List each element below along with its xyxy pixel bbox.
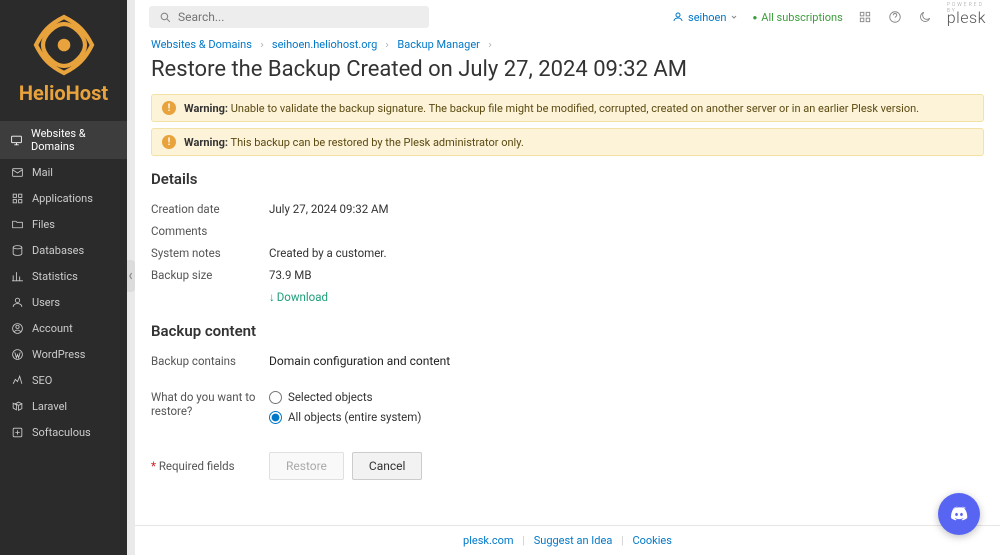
extensions-button[interactable] (857, 9, 873, 25)
nav-laravel[interactable]: Laravel (0, 393, 127, 419)
cancel-button[interactable]: Cancel (352, 452, 423, 480)
mail-icon (10, 165, 24, 179)
user-icon (10, 295, 24, 309)
search-input[interactable] (178, 10, 419, 24)
apps-icon (10, 191, 24, 205)
page-title: Restore the Backup Created on July 27, 2… (151, 57, 984, 82)
warning-alert-admin-only: ! Warning: This backup can be restored b… (151, 128, 984, 156)
required-fields-note: * Required fields (151, 459, 269, 473)
field-creation-date: Creation date July 27, 2024 09:32 AM (151, 198, 984, 220)
field-backup-size: Backup size 73.9 MB (151, 264, 984, 286)
details-heading: Details (151, 170, 984, 188)
content-area: Websites & Domains seihoen.heliohost.org… (135, 34, 1000, 525)
breadcrumb-websites[interactable]: Websites & Domains (151, 38, 252, 51)
footer-plesk[interactable]: plesk.com (463, 534, 514, 547)
footer: plesk.com | Suggest an Idea | Cookies (135, 525, 1000, 555)
user-icon (672, 11, 684, 23)
sidebar-collapse-handle[interactable] (127, 0, 135, 555)
nav-account[interactable]: Account (0, 315, 127, 341)
brand-logo[interactable]: HelioHost (0, 0, 127, 121)
sidebar: HelioHost Websites & Domains Mail Applic… (0, 0, 127, 555)
nav-websites-domains[interactable]: Websites & Domains (0, 121, 127, 159)
chevron-down-icon (730, 13, 738, 21)
warning-icon: ! (162, 135, 176, 149)
main: seihoen All subscriptions POWERED BY ple… (135, 0, 1000, 555)
seo-icon (10, 373, 24, 387)
database-icon (10, 243, 24, 257)
field-backup-contains: Backup contains Domain configuration and… (151, 350, 984, 372)
nav-files[interactable]: Files (0, 211, 127, 237)
wordpress-icon (10, 347, 24, 361)
chevron-right-icon (486, 41, 494, 49)
theme-toggle[interactable] (917, 9, 933, 25)
chevron-right-icon (258, 41, 266, 49)
breadcrumb-backup-manager[interactable]: Backup Manager (397, 38, 480, 51)
backup-content-heading: Backup content (151, 322, 984, 340)
search-icon (159, 11, 172, 24)
radio-selected-objects[interactable]: Selected objects (269, 390, 421, 404)
field-system-notes: System notes Created by a customer. (151, 242, 984, 264)
help-button[interactable] (887, 9, 903, 25)
warning-alert-signature: ! Warning: Unable to validate the backup… (151, 94, 984, 122)
breadcrumbs: Websites & Domains seihoen.heliohost.org… (151, 38, 984, 51)
discord-fab[interactable] (938, 493, 980, 535)
discord-icon (948, 503, 970, 525)
warning-icon: ! (162, 101, 176, 115)
heliohost-icon (29, 10, 99, 80)
restore-button[interactable]: Restore (269, 452, 344, 480)
brand-text: HelioHost (6, 81, 121, 105)
nav-seo[interactable]: SEO (0, 367, 127, 393)
laravel-icon (10, 399, 24, 413)
monitor-icon (10, 133, 23, 147)
topbar: seihoen All subscriptions POWERED BY ple… (135, 0, 1000, 34)
footer-cookies[interactable]: Cookies (632, 534, 671, 547)
nav-databases[interactable]: Databases (0, 237, 127, 263)
sidebar-nav: Websites & Domains Mail Applications Fil… (0, 121, 127, 445)
subscriptions-menu[interactable]: All subscriptions (752, 11, 842, 24)
plesk-brand: POWERED BY plesk (947, 8, 986, 27)
chevron-right-icon (383, 41, 391, 49)
nav-mail[interactable]: Mail (0, 159, 127, 185)
field-download: Download (151, 286, 984, 308)
softaculous-icon (10, 425, 24, 439)
nav-statistics[interactable]: Statistics (0, 263, 127, 289)
folder-icon (10, 217, 24, 231)
download-link[interactable]: Download (269, 290, 328, 304)
user-menu[interactable]: seihoen (672, 11, 738, 24)
nav-softaculous[interactable]: Softaculous (0, 419, 127, 445)
breadcrumb-domain[interactable]: seihoen.heliohost.org (272, 38, 377, 51)
account-icon (10, 321, 24, 335)
radio-all-objects[interactable]: All objects (entire system) (269, 410, 421, 424)
footer-suggest[interactable]: Suggest an Idea (534, 534, 613, 547)
nav-wordpress[interactable]: WordPress (0, 341, 127, 367)
field-comments: Comments (151, 220, 984, 242)
field-restore-what: What do you want to restore? Selected ob… (151, 386, 984, 428)
nav-users[interactable]: Users (0, 289, 127, 315)
nav-applications[interactable]: Applications (0, 185, 127, 211)
chart-icon (10, 269, 24, 283)
search-box[interactable] (149, 6, 429, 28)
